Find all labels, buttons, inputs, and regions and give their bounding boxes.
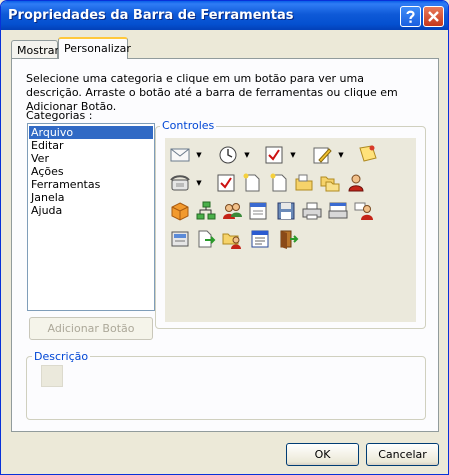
export-icon[interactable]	[169, 228, 191, 250]
clock-icon[interactable]	[217, 144, 239, 166]
window-list-icon[interactable]	[249, 228, 271, 250]
cancel-button[interactable]: Cancelar	[366, 443, 439, 466]
instructions-text: Selecione uma categoria e clique em um b…	[26, 72, 398, 113]
pencil-page-icon[interactable]	[311, 144, 333, 166]
checkmark-page-icon[interactable]	[263, 144, 285, 166]
description-label: Descrição	[32, 350, 91, 363]
categories-label: Categorias :	[26, 109, 93, 122]
category-item-editar[interactable]: Editar	[29, 139, 153, 152]
envelope-dropdown-arrow[interactable]: ▼	[195, 144, 203, 166]
tab-mostrar[interactable]: Mostrar	[11, 40, 60, 58]
printer-icon[interactable]	[301, 200, 323, 222]
person-red-icon[interactable]	[345, 172, 367, 194]
tab-panel: Selecione uma categoria e clique em um b…	[11, 58, 439, 432]
tab-personalizar[interactable]: Personalizar	[58, 37, 131, 59]
clock-dropdown-arrow[interactable]: ▼	[243, 144, 251, 166]
help-button[interactable]	[400, 6, 421, 27]
page-arrow-icon[interactable]	[195, 228, 217, 250]
new-page-star-icon[interactable]	[267, 172, 289, 194]
telephone-dropdown-arrow[interactable]: ▼	[195, 172, 203, 194]
floppy-disk-icon[interactable]	[275, 200, 297, 222]
ok-button[interactable]: OK	[286, 443, 359, 466]
printer-preview-icon[interactable]	[327, 200, 349, 222]
close-icon	[428, 11, 439, 22]
category-item-acoes[interactable]: Ações	[29, 165, 153, 178]
add-button-label: Adicionar Botão	[47, 322, 135, 335]
folder-person-icon[interactable]	[221, 228, 243, 250]
category-item-janela[interactable]: Janela	[29, 191, 153, 204]
envelope-icon[interactable]	[169, 144, 191, 166]
telephone-icon[interactable]	[169, 172, 191, 194]
ok-label: OK	[314, 448, 331, 461]
cube-icon[interactable]	[169, 200, 191, 222]
description-icon-placeholder	[41, 365, 63, 387]
tab-mostrar-label: Mostrar	[17, 44, 60, 57]
dialog-window: Propriedades da Barra de Ferramentas Mos…	[0, 0, 449, 475]
controls-label: Controles	[160, 119, 217, 132]
question-icon	[406, 10, 415, 23]
form-page-icon[interactable]	[247, 200, 269, 222]
new-page-icon[interactable]	[241, 172, 263, 194]
controls-area: ▼ ▼ ▼ ▼ ▼	[165, 138, 416, 322]
category-item-arquivo[interactable]: Arquivo	[29, 126, 153, 139]
cancel-label: Cancelar	[378, 448, 427, 461]
person-mail-icon[interactable]	[353, 200, 375, 222]
network-icon[interactable]	[195, 200, 217, 222]
category-item-ajuda[interactable]: Ajuda	[29, 204, 153, 217]
window-title: Propriedades da Barra de Ferramentas	[8, 8, 294, 23]
group-people-icon[interactable]	[221, 200, 243, 222]
checklist-icon[interactable]	[215, 172, 237, 194]
exit-door-icon[interactable]	[277, 228, 299, 250]
category-item-ver[interactable]: Ver	[29, 152, 153, 165]
category-item-ferramentas[interactable]: Ferramentas	[29, 178, 153, 191]
copy-folders-icon[interactable]	[319, 172, 341, 194]
categories-listbox[interactable]: Arquivo Editar Ver Ações Ferramentas Jan…	[27, 123, 155, 311]
close-button[interactable]	[423, 6, 444, 27]
description-groupbox	[26, 356, 426, 420]
note-pin-icon[interactable]	[357, 142, 379, 164]
pencil-dropdown-arrow[interactable]: ▼	[337, 144, 345, 166]
new-folder-icon[interactable]	[293, 172, 315, 194]
add-button-button[interactable]: Adicionar Botão	[29, 317, 153, 340]
tab-personalizar-label: Personalizar	[64, 42, 131, 55]
checkmark-dropdown-arrow[interactable]: ▼	[289, 144, 297, 166]
title-bar[interactable]: Propriedades da Barra de Ferramentas	[1, 1, 448, 30]
